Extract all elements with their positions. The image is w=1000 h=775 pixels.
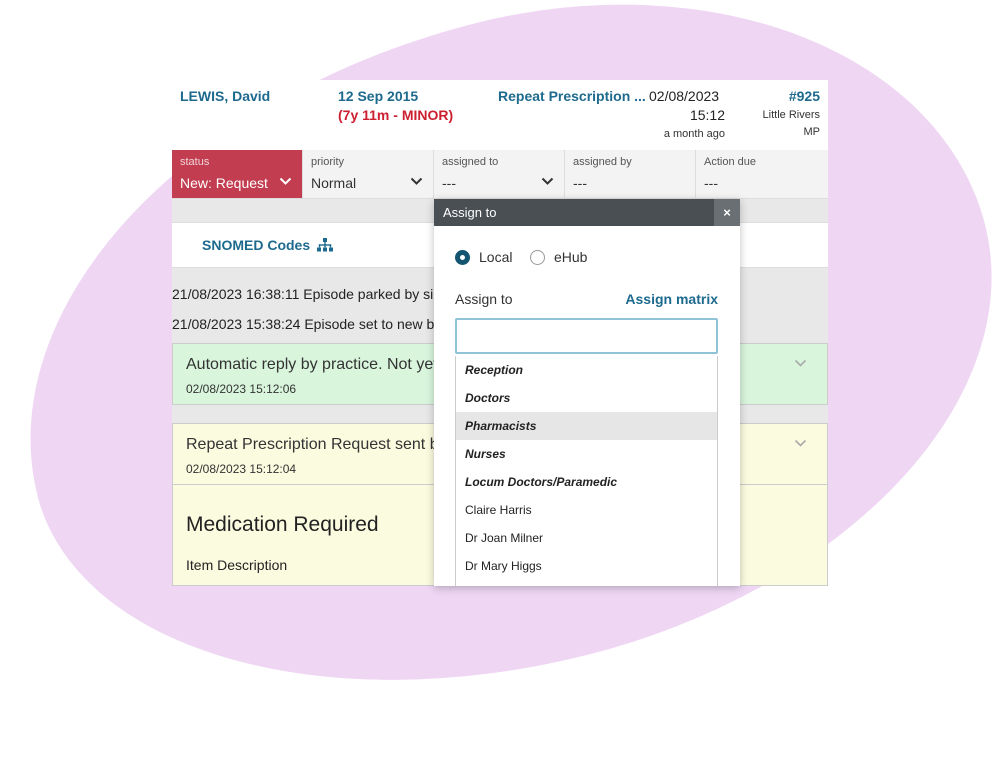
repeat-request-timestamp: 02/08/2023 15:12:04 bbox=[186, 462, 297, 476]
list-item-label: Pharmacists bbox=[465, 419, 537, 433]
patient-name[interactable]: LEWIS, David bbox=[180, 88, 270, 104]
list-item[interactable]: Locum Doctors/Paramedic bbox=[456, 468, 717, 496]
action-due-field[interactable]: Action due --- bbox=[696, 150, 828, 198]
assigned-by-label: assigned by bbox=[573, 156, 632, 168]
assign-to-label: Assign to bbox=[455, 291, 513, 307]
patient-age-badge: (7y 11m - MINOR) bbox=[338, 107, 454, 123]
priority-value: Normal bbox=[311, 175, 357, 191]
popup-title: Assign to bbox=[443, 205, 497, 220]
status-dropdown[interactable]: status New: Request bbox=[172, 150, 303, 198]
episode-ref[interactable]: #925 bbox=[789, 88, 820, 104]
assigned-to-label: assigned to bbox=[442, 156, 499, 168]
hierarchy-icon bbox=[317, 238, 334, 252]
list-item-label: Locum Doctors/Paramedic bbox=[465, 475, 618, 489]
snomed-codes-label: SNOMED Codes bbox=[202, 237, 311, 253]
list-item[interactable]: Dr Mary Higgs bbox=[456, 552, 717, 580]
repeat-request-title: Repeat Prescription Request sent by bbox=[186, 436, 447, 453]
request-type[interactable]: Repeat Prescription ... bbox=[498, 88, 646, 104]
item-description-label: Item Description bbox=[186, 557, 288, 573]
assignee-list: Reception Doctors Pharmacists Nurses Loc… bbox=[455, 356, 718, 586]
list-item[interactable]: Claire Harris bbox=[456, 496, 717, 524]
chevron-down-icon[interactable] bbox=[794, 356, 807, 371]
episode-log-entry: 21/08/2023 15:38:24 Episode set to new b bbox=[172, 316, 435, 332]
chevron-down-icon bbox=[279, 174, 292, 189]
episode-log-entry: 21/08/2023 16:38:11 Episode parked by si bbox=[172, 286, 434, 302]
assigned-by-field: assigned by --- bbox=[565, 150, 696, 198]
patient-header: LEWIS, David 12 Sep 2015 (7y 11m - MINOR… bbox=[172, 80, 828, 151]
assigned-by-value: --- bbox=[573, 175, 587, 191]
assigned-to-value: --- bbox=[442, 175, 456, 191]
priority-label: priority bbox=[311, 156, 345, 168]
list-item-label: Claire Harris bbox=[465, 503, 532, 517]
list-item[interactable]: Reception bbox=[456, 356, 717, 384]
request-date: 02/08/2023 bbox=[649, 88, 720, 104]
popup-titlebar: Assign to × bbox=[434, 199, 740, 226]
list-item-label: Dr Joan Milner bbox=[465, 531, 544, 545]
list-item-label: Reception bbox=[465, 363, 524, 377]
priority-dropdown[interactable]: priority Normal bbox=[303, 150, 434, 198]
chevron-down-icon[interactable] bbox=[794, 436, 807, 451]
snomed-codes-link[interactable]: SNOMED Codes bbox=[202, 237, 334, 253]
status-value: New: Request bbox=[180, 175, 268, 191]
assign-matrix-link[interactable]: Assign matrix bbox=[625, 291, 718, 307]
local-radio[interactable] bbox=[455, 250, 470, 265]
assignee-search-input[interactable] bbox=[455, 318, 718, 354]
close-icon[interactable]: × bbox=[714, 199, 740, 226]
action-due-label: Action due bbox=[704, 156, 756, 168]
list-item[interactable]: Nurses bbox=[456, 440, 717, 468]
medication-heading: Medication Required bbox=[186, 513, 379, 536]
practice-code: MP bbox=[803, 126, 821, 138]
auto-reply-timestamp: 02/08/2023 15:12:06 bbox=[186, 382, 297, 396]
ehub-radio[interactable] bbox=[530, 250, 545, 265]
list-item[interactable]: Dr Joan Milner bbox=[456, 524, 717, 552]
list-item-label: Nurses bbox=[465, 447, 506, 461]
action-due-value: --- bbox=[704, 175, 718, 191]
request-relative-time: a month ago bbox=[663, 128, 725, 140]
status-label: status bbox=[180, 156, 210, 168]
list-item[interactable]: Doctors bbox=[456, 384, 717, 412]
assigned-to-dropdown[interactable]: assigned to --- bbox=[434, 150, 565, 198]
practice-name: Little Rivers bbox=[762, 109, 820, 121]
chevron-down-icon bbox=[541, 174, 554, 189]
patient-dob: 12 Sep 2015 bbox=[338, 88, 419, 104]
assign-to-popup: Assign to × Local eHub Assign to Assign … bbox=[434, 199, 740, 586]
episode-fields: status New: Request priority Normal assi… bbox=[172, 150, 828, 199]
list-item-label: Doctors bbox=[465, 391, 511, 405]
chevron-down-icon bbox=[410, 174, 423, 189]
list-item-label: Dr Mary Higgs bbox=[465, 559, 542, 573]
request-time: 15:12 bbox=[689, 107, 725, 123]
ehub-radio-label[interactable]: eHub bbox=[554, 249, 587, 265]
local-radio-label[interactable]: Local bbox=[479, 249, 512, 265]
auto-reply-title: Automatic reply by practice. Not yet bbox=[186, 356, 438, 373]
list-item[interactable]: Pharmacists bbox=[456, 412, 717, 440]
